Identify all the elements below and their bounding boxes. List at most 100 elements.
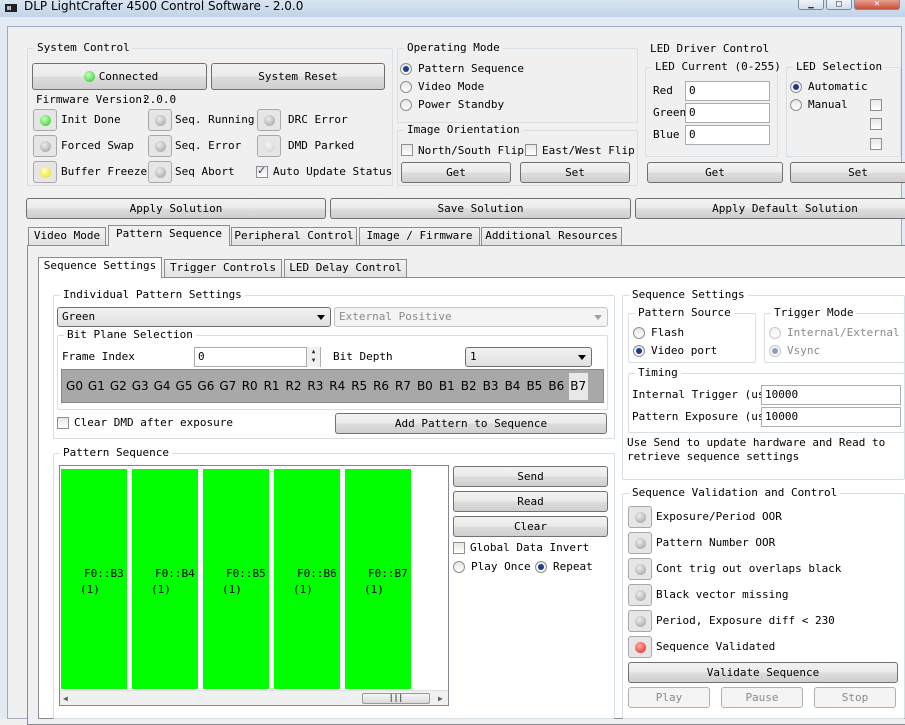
bit-plane-b4-button[interactable]: B4 [503, 373, 522, 400]
power-standby-radio[interactable] [400, 99, 412, 111]
video-mode-radio[interactable] [400, 81, 412, 93]
led-set-button[interactable]: Set [790, 162, 905, 183]
bit-plane-r7-button[interactable]: R7 [394, 373, 413, 400]
connect-button[interactable]: Connected [32, 63, 207, 90]
save-solution-button[interactable]: Save Solution [330, 198, 631, 219]
pattern-number-oor-indicator-icon [628, 532, 652, 554]
bit-plane-g2-button[interactable]: G2 [109, 373, 128, 400]
tab-image-firmware[interactable]: Image / Firmware [359, 227, 480, 245]
seq-running-indicator-icon [148, 109, 172, 131]
sequence-validation-group: Sequence Validation and Control [622, 486, 905, 719]
close-button[interactable]: ✕ [854, 0, 900, 10]
validate-sequence-button[interactable]: Validate Sequence [628, 662, 898, 683]
bit-plane-g6-button[interactable]: G6 [196, 373, 215, 400]
pattern-slot[interactable]: F0::B7 (1) [345, 469, 413, 689]
pattern-slot[interactable]: F0::B4 (1) [132, 469, 200, 689]
tab-peripheral-control[interactable]: Peripheral Control [231, 227, 357, 245]
clear-dmd-checkbox[interactable] [57, 417, 69, 429]
send-button[interactable]: Send [453, 466, 608, 487]
bit-plane-r6-button[interactable]: R6 [372, 373, 391, 400]
bit-plane-b1-button[interactable]: B1 [437, 373, 456, 400]
pattern-exposure-input[interactable]: 10000 [761, 407, 901, 427]
bit-plane-r3-button[interactable]: R3 [306, 373, 325, 400]
apply-solution-button[interactable]: Apply Solution [26, 198, 326, 219]
bit-plane-b7-button[interactable]: B7 [568, 373, 588, 400]
pattern-slot-label: F0::B7 [368, 567, 408, 580]
blue-current-input[interactable]: 0 [685, 125, 770, 145]
led-blue-checkbox[interactable] [870, 138, 882, 150]
bit-plane-r2-button[interactable]: R2 [284, 373, 303, 400]
read-button[interactable]: Read [453, 491, 608, 512]
bit-plane-g3-button[interactable]: G3 [131, 373, 150, 400]
bit-plane-b5-button[interactable]: B5 [525, 373, 544, 400]
green-current-input[interactable]: 0 [685, 103, 770, 123]
bit-plane-b3-button[interactable]: B3 [481, 373, 500, 400]
orientation-set-button[interactable]: Set [520, 162, 630, 183]
led-get-button[interactable]: Get [647, 162, 783, 183]
bit-plane-g0-button[interactable]: G0 [65, 373, 84, 400]
led-red-checkbox[interactable] [870, 99, 882, 111]
repeat-radio[interactable] [535, 561, 547, 573]
led-green-checkbox[interactable] [870, 118, 882, 130]
apply-default-solution-button[interactable]: Apply Default Solution [635, 198, 905, 219]
pattern-slot[interactable]: F0::B5 (1) [203, 469, 271, 689]
scroll-right-icon[interactable]: ▶ [438, 694, 443, 703]
vsync-radio[interactable] [769, 345, 781, 357]
bit-plane-r4-button[interactable]: R4 [328, 373, 347, 400]
bit-plane-g5-button[interactable]: G5 [175, 373, 194, 400]
bit-plane-b6-button[interactable]: B6 [547, 373, 566, 400]
add-pattern-button[interactable]: Add Pattern to Sequence [335, 413, 607, 434]
pattern-color-select[interactable]: Green [57, 307, 331, 327]
flash-label: Flash [651, 326, 685, 339]
red-current-input[interactable]: 0 [685, 81, 770, 101]
internal-trigger-input[interactable]: 10000 [761, 385, 901, 405]
bit-plane-g1-button[interactable]: G1 [87, 373, 106, 400]
pattern-slot[interactable]: F0::B3 (1) [61, 469, 129, 689]
tab-additional-resources[interactable]: Additional Resources [481, 227, 622, 245]
tab-sequence-settings[interactable]: Sequence Settings [38, 257, 162, 278]
pause-button[interactable]: Pause [721, 687, 803, 708]
dmd-parked-indicator-icon [257, 135, 281, 157]
tab-trigger-controls[interactable]: Trigger Controls [164, 259, 282, 277]
frame-index-label: Frame Index [62, 350, 135, 363]
video-port-radio[interactable] [633, 345, 645, 357]
tab-led-delay-control[interactable]: LED Delay Control [284, 259, 407, 277]
pattern-sequence-radio[interactable] [400, 63, 412, 75]
flash-radio[interactable] [633, 327, 645, 339]
trigger-type-select[interactable]: External Positive [334, 307, 608, 327]
manual-radio[interactable] [790, 99, 802, 111]
internal-external-radio[interactable] [769, 327, 781, 339]
bit-plane-b2-button[interactable]: B2 [459, 373, 478, 400]
orientation-get-button[interactable]: Get [401, 162, 511, 183]
scroll-thumb[interactable]: ||| [362, 693, 430, 704]
horizontal-scrollbar[interactable]: ◀ ||| ▶ [60, 690, 448, 705]
title-bar[interactable]: DLP LightCrafter 4500 Control Software -… [0, 0, 905, 17]
seq-abort-label: Seq Abort [175, 165, 235, 178]
scroll-left-icon[interactable]: ◀ [63, 694, 68, 703]
global-data-invert-checkbox[interactable] [453, 542, 465, 554]
play-once-radio[interactable] [453, 561, 465, 573]
system-reset-button[interactable]: System Reset [211, 63, 385, 90]
frame-index-input[interactable]: 0 [194, 347, 321, 367]
tab-pattern-sequence[interactable]: Pattern Sequence [108, 225, 230, 246]
bit-plane-g4-button[interactable]: G4 [153, 373, 172, 400]
bit-depth-select[interactable]: 1 [465, 347, 592, 367]
bit-plane-r1-button[interactable]: R1 [262, 373, 281, 400]
frame-index-spinner[interactable]: ▲ ▼ [306, 347, 320, 367]
automatic-radio[interactable] [790, 81, 802, 93]
clear-button[interactable]: Clear [453, 516, 608, 537]
bit-plane-b0-button[interactable]: B0 [415, 373, 434, 400]
minimize-button[interactable]: ▁ [798, 0, 824, 10]
ns-flip-checkbox[interactable] [401, 144, 413, 156]
tab-video-mode[interactable]: Video Mode [28, 227, 106, 245]
bit-plane-g7-button[interactable]: G7 [218, 373, 237, 400]
pattern-sequence-view[interactable]: ◀ ||| ▶ F0::B3 (1) F0::B4 (1) F0::B5 (1) F0::B… [59, 465, 449, 706]
ew-flip-checkbox[interactable] [525, 144, 537, 156]
play-button[interactable]: Play [628, 687, 710, 708]
bit-plane-r0-button[interactable]: R0 [240, 373, 259, 400]
maximize-button[interactable]: □ [826, 0, 852, 10]
auto-update-checkbox[interactable] [256, 164, 268, 178]
stop-button[interactable]: Stop [814, 687, 896, 708]
bit-plane-r5-button[interactable]: R5 [350, 373, 369, 400]
pattern-slot[interactable]: F0::B6 (1) [274, 469, 342, 689]
